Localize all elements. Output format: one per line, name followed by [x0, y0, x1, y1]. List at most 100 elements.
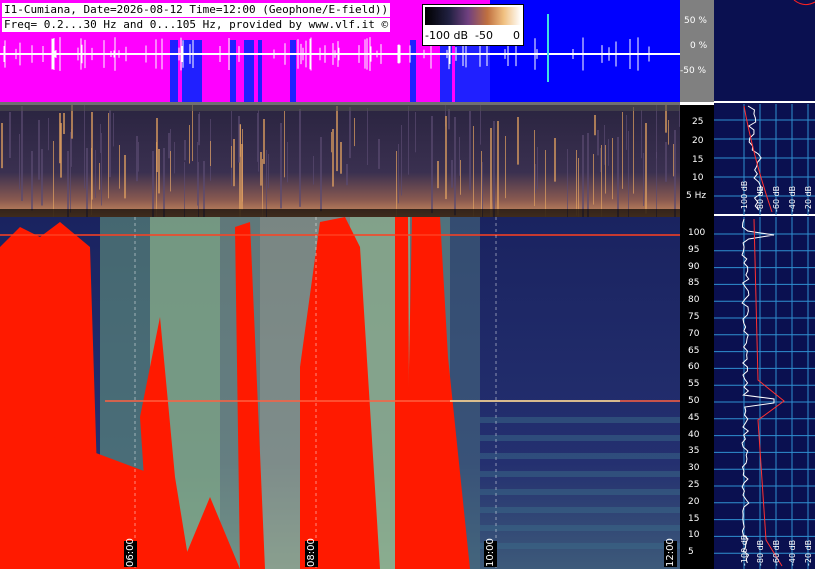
geophone-streak	[605, 145, 606, 194]
geophone-streak	[9, 112, 11, 159]
efield-tick: 15	[688, 513, 700, 524]
time-label-1200: 12:00	[664, 538, 677, 567]
geophone-streak	[656, 152, 657, 217]
time-label-0600: 06:00	[124, 538, 137, 567]
geophone-streak	[578, 158, 579, 217]
geophone-streak	[576, 150, 577, 216]
geophone-streak	[534, 130, 535, 207]
geophone-streak	[184, 140, 186, 161]
side-tick-efield: -80 dB	[756, 540, 765, 566]
efield-tick: 75	[688, 312, 700, 322]
geophone-streak	[67, 151, 69, 217]
geophone-streak	[597, 130, 599, 156]
geophone-streak	[665, 142, 667, 182]
efield-tick: 70	[688, 328, 700, 339]
geophone-streak	[95, 150, 96, 198]
db-gradient	[425, 7, 521, 25]
efield-scale: 100 95 90 85 80 75 70 65 60 55 50 45 40 35 30 25 20 15 10 5	[680, 217, 714, 569]
efield-tick: 5	[688, 547, 694, 558]
geophone-streak	[198, 114, 200, 146]
db-min-label: -100 dB	[425, 29, 468, 42]
geophone-streak	[109, 110, 111, 178]
geophone-streak	[331, 132, 332, 153]
waveform-tick-minus50: -50 %	[680, 66, 707, 76]
geophone-streak	[156, 118, 158, 173]
geophone-streak	[170, 151, 171, 192]
geophone-streak	[31, 151, 33, 211]
geophone-streak	[336, 106, 338, 172]
geophone-streak	[231, 146, 232, 168]
db-mid-label: -50	[475, 29, 493, 42]
efield-tick: 45	[688, 412, 700, 423]
geophone-streak	[233, 139, 235, 187]
geophone-streak	[349, 107, 351, 159]
geophone-streak	[628, 131, 629, 217]
time-label-1000: 10:00	[484, 538, 497, 567]
geophone-streak	[517, 117, 519, 165]
time-label-0800: 08:00	[305, 538, 318, 567]
efield-tick: 65	[688, 345, 700, 356]
geophone-streak	[668, 120, 669, 145]
geophone-streak	[189, 125, 190, 164]
waveform-burst	[230, 40, 236, 102]
geophone-streak	[84, 105, 85, 189]
efield-tick: 10	[688, 530, 700, 541]
geophone-streak	[617, 137, 619, 217]
geophone-streak	[284, 111, 285, 178]
geophone-streak	[451, 160, 453, 188]
geophone-streak	[490, 128, 492, 217]
geophone-streak	[263, 119, 265, 164]
geophone-streak	[454, 117, 456, 216]
geophone-streak	[587, 133, 589, 217]
geophone-streak	[48, 118, 49, 151]
efield-tick: 100	[688, 228, 706, 238]
geophone-streak	[100, 124, 101, 154]
geophone-streak	[459, 137, 460, 176]
geophone-streak	[113, 113, 114, 147]
efield-tick: 35	[688, 446, 700, 457]
geophone-streak	[53, 141, 54, 217]
geophone-streak	[198, 162, 199, 217]
geo-tick-10: 10	[692, 173, 704, 183]
geo-tick-20: 20	[692, 136, 704, 146]
efield-tick: 60	[688, 362, 700, 373]
geophone-streak	[313, 156, 314, 185]
geophone-streak	[378, 139, 380, 169]
geophone-streak	[260, 152, 262, 186]
db-scale-box: -100 dB -50 0	[422, 4, 524, 46]
waveform-burst	[170, 40, 178, 102]
geophone-streak	[124, 155, 126, 199]
geophone-streak	[545, 150, 546, 217]
efield-horizontal-band	[480, 507, 680, 513]
geophone-streak	[537, 147, 538, 190]
geophone-streak	[497, 121, 499, 216]
geophone-streak	[210, 141, 211, 167]
side-tick-efield: -40 dB	[788, 540, 797, 566]
geophone-streak	[108, 113, 109, 199]
waveform-burst	[196, 40, 202, 102]
geophone-streak	[505, 136, 506, 199]
geo-tick-5: 5 Hz	[686, 191, 707, 201]
side-tick-geophone: -100 dB	[740, 181, 749, 212]
side-tick-efield: -60 dB	[772, 540, 781, 566]
geophone-streak	[346, 164, 348, 186]
geophone-streak	[481, 151, 482, 217]
geophone-streak	[101, 133, 102, 206]
geophone-streak	[415, 112, 416, 153]
efield-horizontal-band	[480, 525, 680, 531]
geophone-streak	[437, 161, 439, 189]
geophone-streak	[280, 123, 282, 209]
geophone-streak	[299, 109, 301, 207]
geophone-streak	[626, 115, 627, 150]
geophone-streak	[401, 125, 402, 196]
efield-tick: 20	[688, 496, 700, 507]
geophone-streak	[138, 142, 139, 172]
geophone-streak	[354, 118, 355, 147]
geophone-streak	[262, 159, 263, 217]
geophone-streak	[673, 144, 674, 177]
efield-horizontal-band	[480, 453, 680, 459]
waveform-burst	[410, 40, 416, 102]
geophone-streak	[91, 112, 93, 200]
geophone-streak	[287, 142, 288, 183]
efield-tick: 30	[688, 463, 700, 474]
